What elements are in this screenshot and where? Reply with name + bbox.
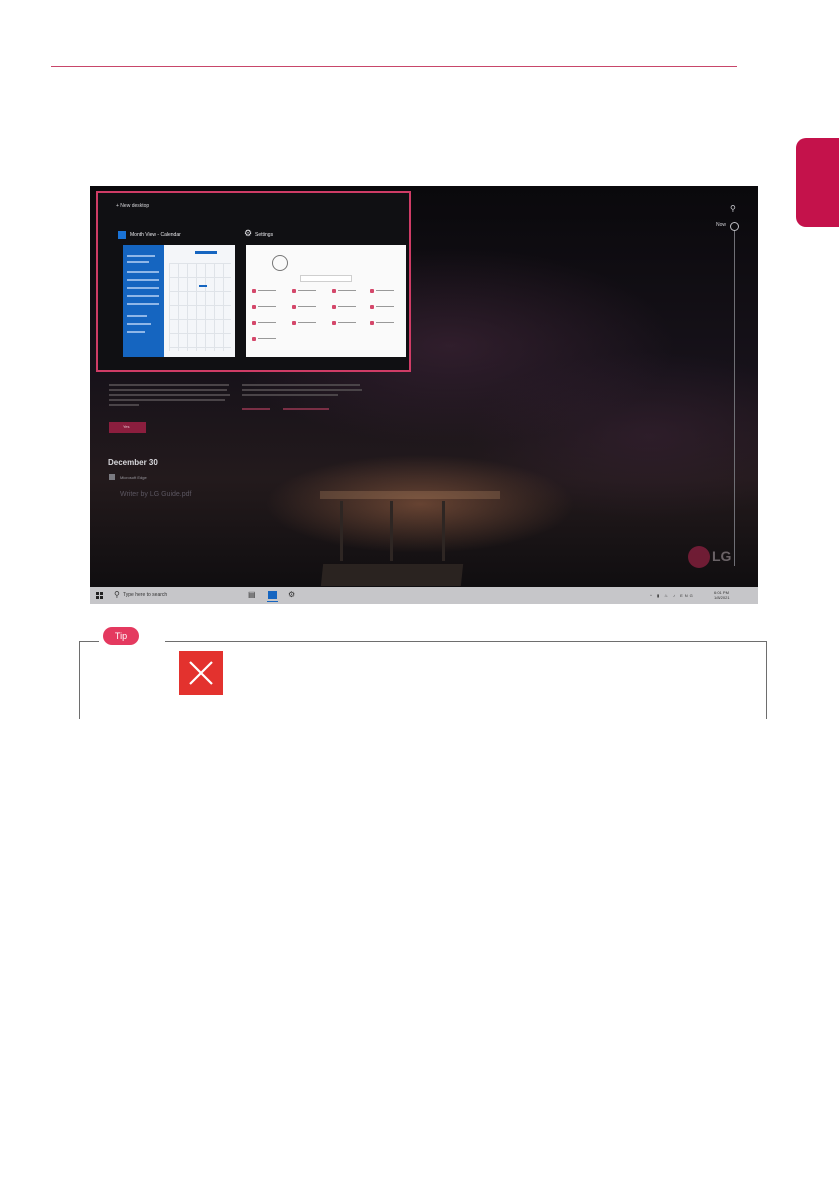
system-tray[interactable]: ^ ▮ ♨ ♪ ENG [650, 593, 695, 598]
window-title-settings: Settings [255, 232, 274, 238]
header-rule [51, 66, 737, 67]
timeline-activity-card[interactable]: Writer by LG Guide.pdf [120, 491, 191, 498]
dim-text-line [109, 404, 139, 406]
wallpaper-dock-deck [320, 564, 464, 586]
dim-text-line [109, 399, 225, 401]
calendar-today-marker [199, 285, 207, 287]
dim-link[interactable] [283, 408, 329, 410]
avatar [272, 255, 288, 271]
timeline-handle[interactable] [730, 222, 739, 231]
taskbar-clock[interactable]: 6:01 PM 1/8/2021 [714, 590, 744, 600]
calendar-month-header [195, 251, 217, 254]
lg-logo-text: LG [712, 548, 732, 564]
calendar-icon[interactable] [268, 591, 277, 599]
taskbar-search-input[interactable]: Type here to search [123, 592, 167, 598]
dim-text-line [242, 389, 362, 391]
windows-start-icon[interactable] [96, 592, 103, 599]
timeline-app-label: Microsoft Edge [120, 475, 147, 480]
desktop-screenshot: ⚲ Now Yes December 30 Microsoft Edge Wri… [90, 186, 758, 604]
dim-text-line [242, 384, 360, 386]
task-view-icon[interactable]: ▤ [248, 591, 256, 599]
new-desktop-button[interactable]: + New desktop [116, 203, 149, 209]
dim-text-line [109, 394, 230, 396]
window-title-calendar: Month View - Calendar [130, 232, 181, 238]
lg-logo-icon [688, 546, 710, 568]
edge-icon [109, 474, 115, 480]
yes-button-label: Yes [123, 424, 130, 429]
active-app-indicator [267, 601, 278, 602]
wallpaper-dock-post [390, 501, 393, 561]
calendar-sidebar [123, 245, 164, 357]
search-icon[interactable]: ⚲ [114, 590, 120, 599]
calendar-window-thumbnail[interactable] [123, 245, 235, 357]
close-icon [179, 651, 223, 695]
timeline-date-heading: December 30 [108, 458, 158, 467]
search-icon[interactable]: ⚲ [730, 204, 736, 213]
calendar-icon [118, 231, 126, 239]
gear-icon: ⚙ [244, 228, 253, 238]
wallpaper-dock-post [340, 501, 343, 561]
gear-icon[interactable]: ⚙ [288, 591, 295, 599]
timeline-now-label: Now [716, 222, 727, 228]
wallpaper-dock-post [442, 501, 445, 561]
settings-window-thumbnail[interactable] [246, 245, 406, 357]
timeline-track[interactable] [734, 226, 735, 566]
tip-badge: Tip [103, 627, 139, 645]
settings-search-input [300, 275, 352, 282]
dim-text-line [242, 394, 338, 396]
language-indicator[interactable]: ENG [680, 593, 695, 598]
chapter-tab [796, 138, 839, 227]
dim-text-line [109, 384, 229, 386]
taskbar: ⚲ Type here to search ▤ ⚙ ^ ▮ ♨ ♪ ENG 6:… [90, 587, 758, 604]
task-view-highlight: + New desktop Month View - Calendar ⚙ Se… [96, 191, 411, 372]
dim-text-line [109, 389, 227, 391]
clock-date: 1/8/2021 [714, 595, 730, 600]
wallpaper-dock-light [320, 491, 500, 499]
dim-link[interactable] [242, 408, 270, 410]
calendar-grid [169, 263, 231, 351]
